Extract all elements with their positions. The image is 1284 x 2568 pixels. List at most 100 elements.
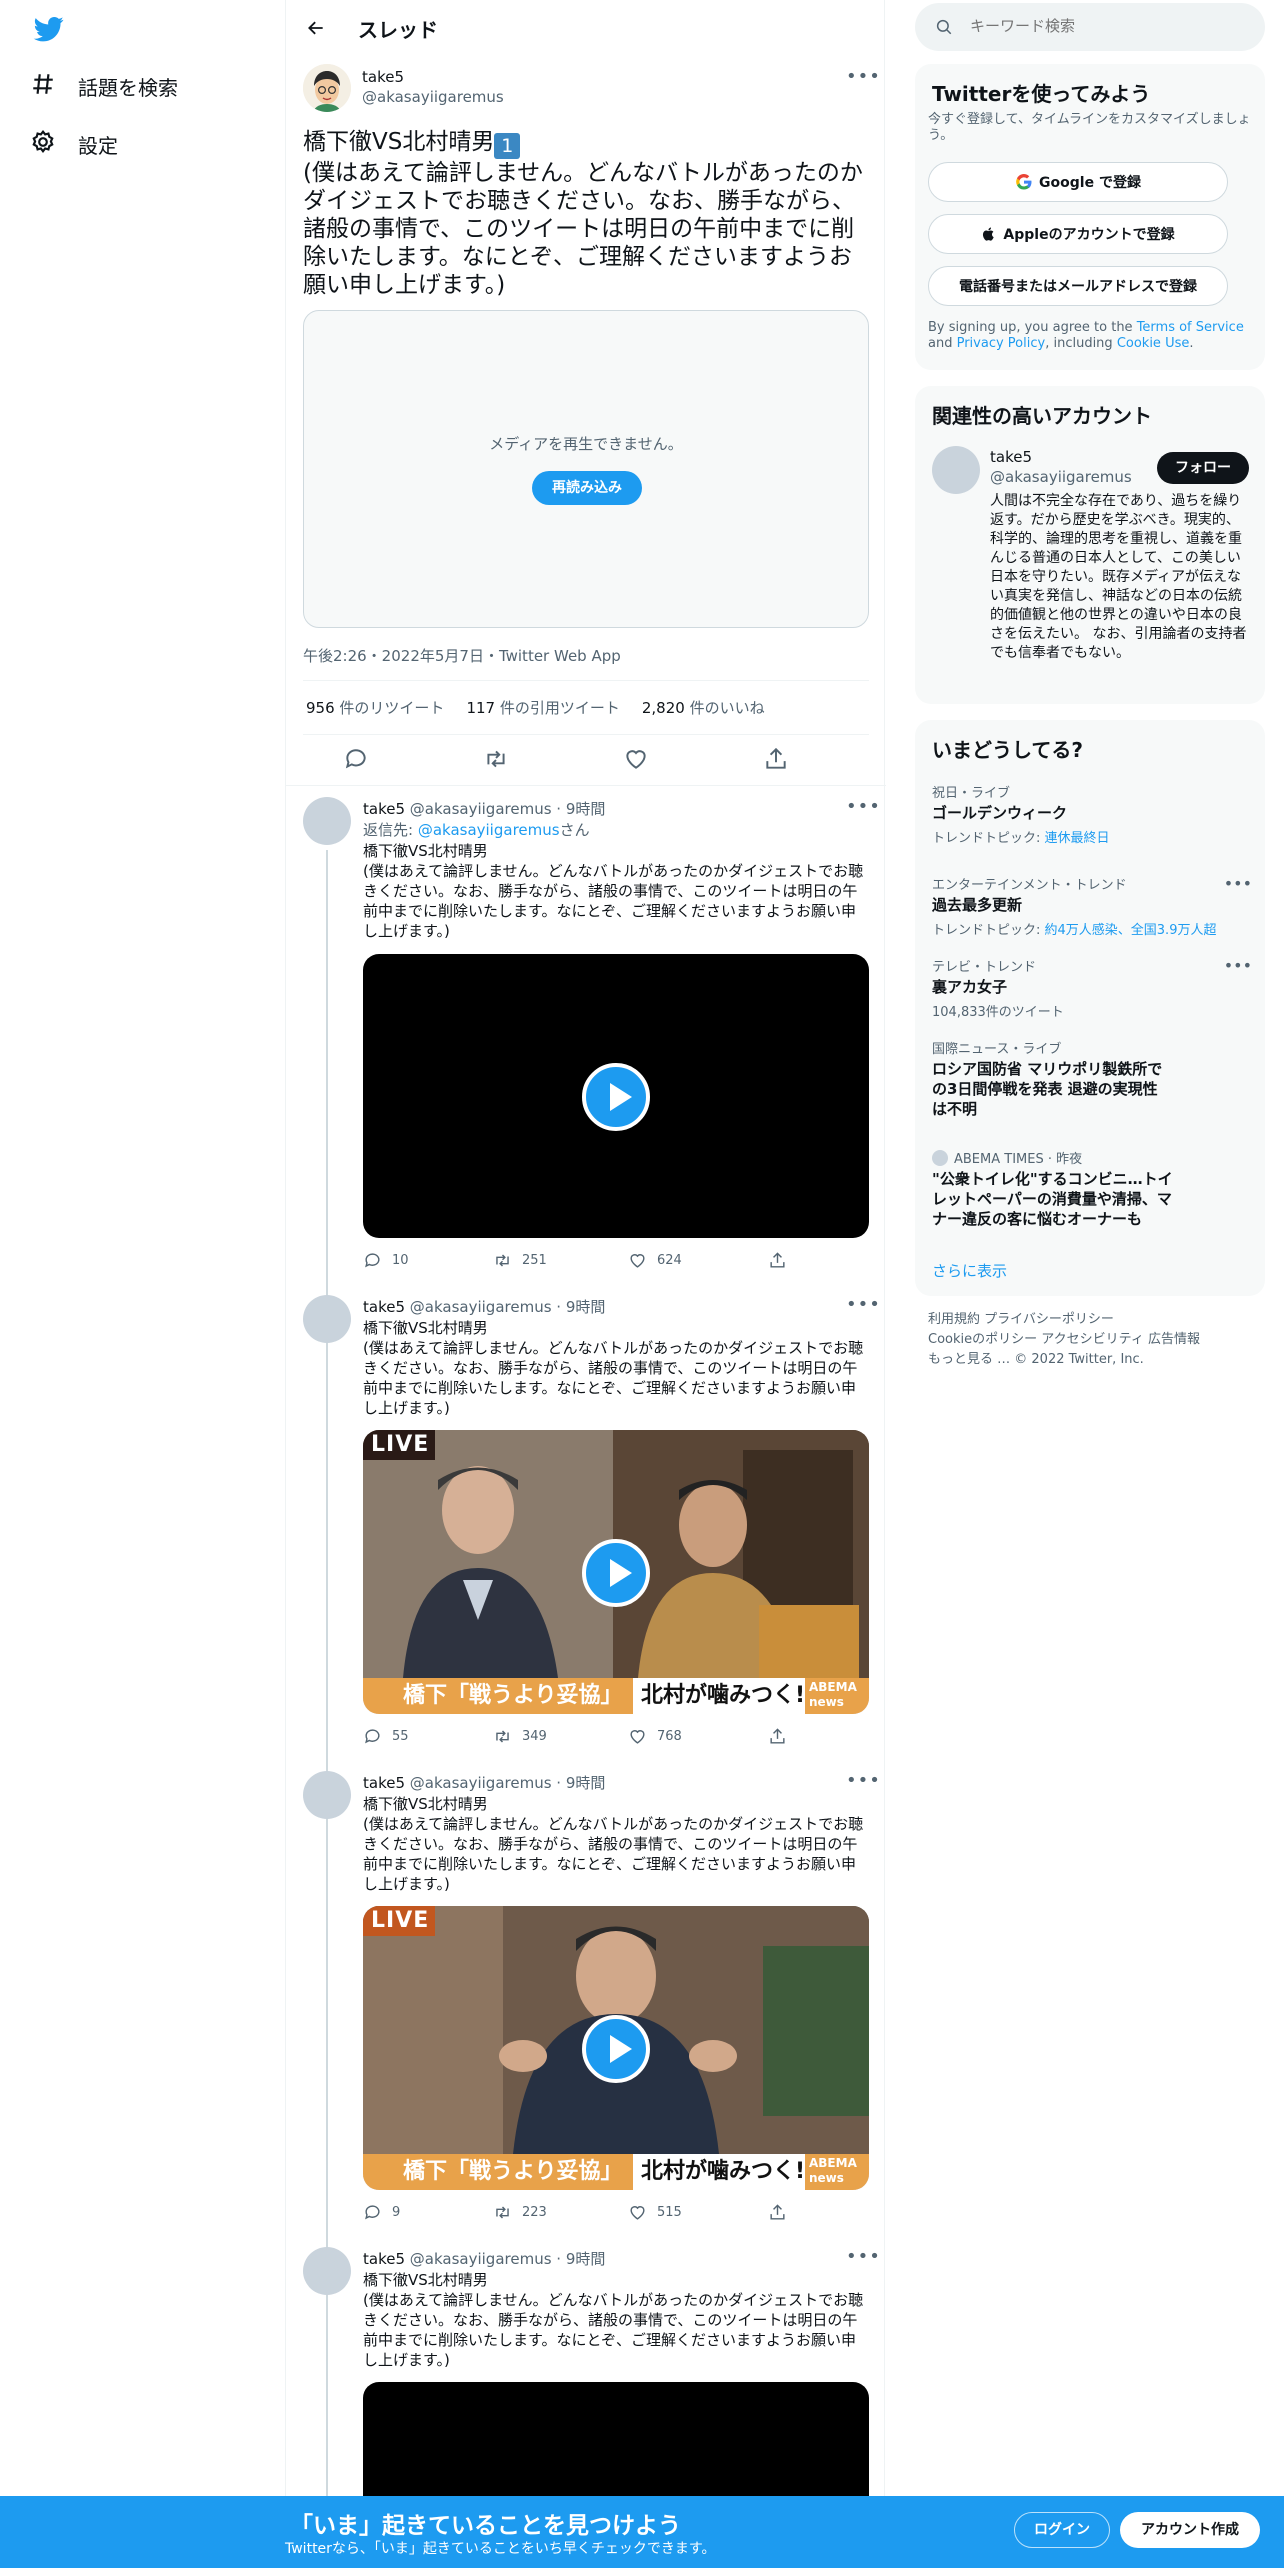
related-accounts-panel: 関連性の高いアカウント take5 @akasayiigaremus フォロー … [915, 386, 1265, 704]
retweet-icon[interactable] [483, 746, 509, 772]
nav-settings-label: 設定 [78, 133, 118, 158]
apple-icon [983, 227, 995, 241]
author-name[interactable]: take5 [362, 68, 404, 86]
retweet-button[interactable]: 223 [493, 2203, 547, 2222]
avatar[interactable] [303, 1295, 351, 1343]
cookie-use-link[interactable]: Cookie Use [1117, 336, 1190, 351]
footer-line[interactable]: 利用規約 プライバシーポリシー [928, 1310, 1200, 1330]
play-icon[interactable] [582, 1539, 650, 1607]
video-player[interactable] [363, 2382, 869, 2496]
more-icon[interactable]: ••• [1224, 874, 1252, 893]
nav-explore-label: 話題を検索 [78, 75, 178, 100]
footer-line[interactable]: Cookieのポリシー アクセシビリティ 広告情報 [928, 1330, 1200, 1350]
video-player[interactable]: LIVE 橋下「戦うより妥協」論 北村が噛みつく! ABEMA news [363, 1906, 869, 2190]
trend-item[interactable]: ABEMA TIMES · 昨夜 "公衆トイレ化"するコンビニ…トイレットペーパ… [932, 1148, 1182, 1229]
share-button[interactable] [768, 2203, 787, 2222]
retweet-count: 251 [522, 1253, 547, 1268]
phone-email-signup-button[interactable]: 電話番号またはメールアドレスで登録 [928, 266, 1228, 306]
signup-panel: Twitterを使ってみよう 今すぐ登録して、タイムラインをカスタマイズしましょ… [915, 64, 1265, 370]
avatar[interactable] [303, 1771, 351, 1819]
banner-right-text: 北村が噛みつく! [641, 1683, 806, 1708]
reply-button[interactable]: 55 [363, 1727, 409, 1746]
reply-author-name[interactable]: take5 [363, 1774, 405, 1792]
retweet-button[interactable]: 251 [493, 1251, 547, 1270]
reply-button[interactable]: 10 [363, 1251, 409, 1270]
like-stat[interactable]: 2,820 件のいいね [642, 697, 765, 718]
video-player[interactable] [363, 954, 869, 1238]
apple-signup-button[interactable]: Appleのアカウントで登録 [928, 214, 1228, 254]
play-icon[interactable] [582, 2015, 650, 2083]
google-icon [1016, 173, 1032, 190]
reply-icon [365, 1253, 380, 1268]
login-button[interactable]: ログイン [1014, 2512, 1110, 2548]
reply-meta[interactable]: @akasayiigaremus · 9時間 [410, 2250, 606, 2268]
share-button[interactable] [768, 1251, 787, 1270]
avatar[interactable] [303, 64, 351, 112]
share-icon [770, 2204, 785, 2220]
nav-settings[interactable]: 設定 [30, 116, 118, 172]
avatar[interactable] [303, 2247, 351, 2295]
reply-to-handle[interactable]: @akasayiigaremus [418, 821, 560, 839]
google-signup-button[interactable]: Google で登録 [928, 162, 1228, 202]
tweet-title: 橋下徹VS北村晴男 [303, 129, 495, 155]
like-button[interactable]: 515 [628, 2203, 682, 2222]
reload-button[interactable]: 再読み込み [532, 471, 642, 505]
more-icon[interactable]: ••• [1224, 956, 1252, 975]
tweet-timestamp[interactable]: 午後2:26・2022年5月7日・Twitter Web App [303, 645, 621, 666]
more-icon[interactable]: ••• [846, 796, 881, 817]
back-button[interactable] [300, 12, 332, 44]
trend-item[interactable]: エンターテインメント・トレンド ••• 過去最多更新 トレンドトピック: 約4万… [932, 874, 1252, 938]
quote-stat[interactable]: 117 件の引用ツイート [466, 697, 619, 718]
footer-line[interactable]: もっと見る … © 2022 Twitter, Inc. [928, 1350, 1200, 1370]
reply-button[interactable]: 9 [363, 2203, 400, 2222]
follow-button[interactable]: フォロー [1157, 452, 1249, 484]
retweet-button[interactable]: 349 [493, 1727, 547, 1746]
reply-icon[interactable] [343, 746, 369, 772]
video-player[interactable]: LIVE 橋下「戦うより妥協」論 北村が噛みつく! ABEMA news [363, 1430, 869, 1714]
bottom-bar-subtitle: Twitterなら、「いま」起きていることをいち早くチェックできます。 [285, 2541, 716, 2557]
more-icon[interactable]: ••• [846, 66, 881, 87]
signup-button[interactable]: アカウント作成 [1120, 2512, 1260, 2548]
nav-explore[interactable]: 話題を検索 [30, 58, 178, 114]
related-name[interactable]: take5 [990, 448, 1032, 466]
share-icon[interactable] [763, 746, 789, 772]
reply-author-name[interactable]: take5 [363, 2250, 405, 2268]
more-icon[interactable]: ••• [846, 1294, 881, 1315]
related-handle[interactable]: @akasayiigaremus [990, 468, 1132, 486]
trend-sub-link[interactable]: 約4万人感染、全国3.9万人超 [1045, 923, 1217, 938]
more-icon[interactable]: ••• [846, 1770, 881, 1791]
reply-meta[interactable]: @akasayiigaremus · 9時間 [410, 1774, 606, 1792]
like-button[interactable]: 768 [628, 1727, 682, 1746]
retweet-count: 349 [522, 1729, 547, 1744]
trend-item[interactable]: テレビ・トレンド ••• 裏アカ女子 104,833件のツイート [932, 956, 1252, 1020]
terms-of-service-link[interactable]: Terms of Service [1137, 320, 1244, 335]
show-more-link[interactable]: さらに表示 [932, 1260, 1007, 1281]
retweet-icon [496, 1254, 509, 1267]
play-icon[interactable] [582, 1063, 650, 1131]
avatar[interactable] [932, 446, 980, 494]
terms-text: . [1189, 336, 1194, 351]
reply-meta[interactable]: @akasayiigaremus · 9時間 [410, 1298, 606, 1316]
avatar[interactable] [303, 797, 351, 845]
heart-icon[interactable] [623, 746, 649, 772]
trend-sub: トレンドトピック: 約4万人感染、全国3.9万人超 [932, 919, 1252, 938]
privacy-policy-link[interactable]: Privacy Policy [957, 336, 1046, 351]
trend-item[interactable]: 祝日・ライブ ゴールデンウィーク トレンドトピック: 連休最終日 [932, 782, 1252, 846]
reply-to-suffix: さん [559, 821, 590, 839]
banner-right-text: 北村が噛みつく! [641, 2159, 806, 2184]
divider [286, 785, 886, 786]
search-bar[interactable] [915, 3, 1265, 51]
trend-sub-link[interactable]: 連休最終日 [1045, 831, 1110, 846]
reply-author-name[interactable]: take5 [363, 1298, 405, 1316]
retweet-stat[interactable]: 956 件のリツイート [306, 697, 444, 718]
search-input[interactable] [970, 17, 1240, 35]
twitter-logo-icon[interactable] [32, 14, 66, 44]
like-button[interactable]: 624 [628, 1251, 682, 1270]
banner-left-text: 橋下「戦うより妥協」論 [363, 2154, 633, 2190]
reply-meta[interactable]: @akasayiigaremus · 9時間 [410, 800, 606, 818]
reply-author-name[interactable]: take5 [363, 800, 405, 818]
share-button[interactable] [768, 1727, 787, 1746]
author-handle[interactable]: @akasayiigaremus [362, 88, 504, 106]
more-icon[interactable]: ••• [846, 2246, 881, 2267]
trend-item[interactable]: 国際ニュース・ライブ ロシア国防省 マリウポリ製鉄所での3日間停戦を発表 退避の… [932, 1038, 1172, 1119]
